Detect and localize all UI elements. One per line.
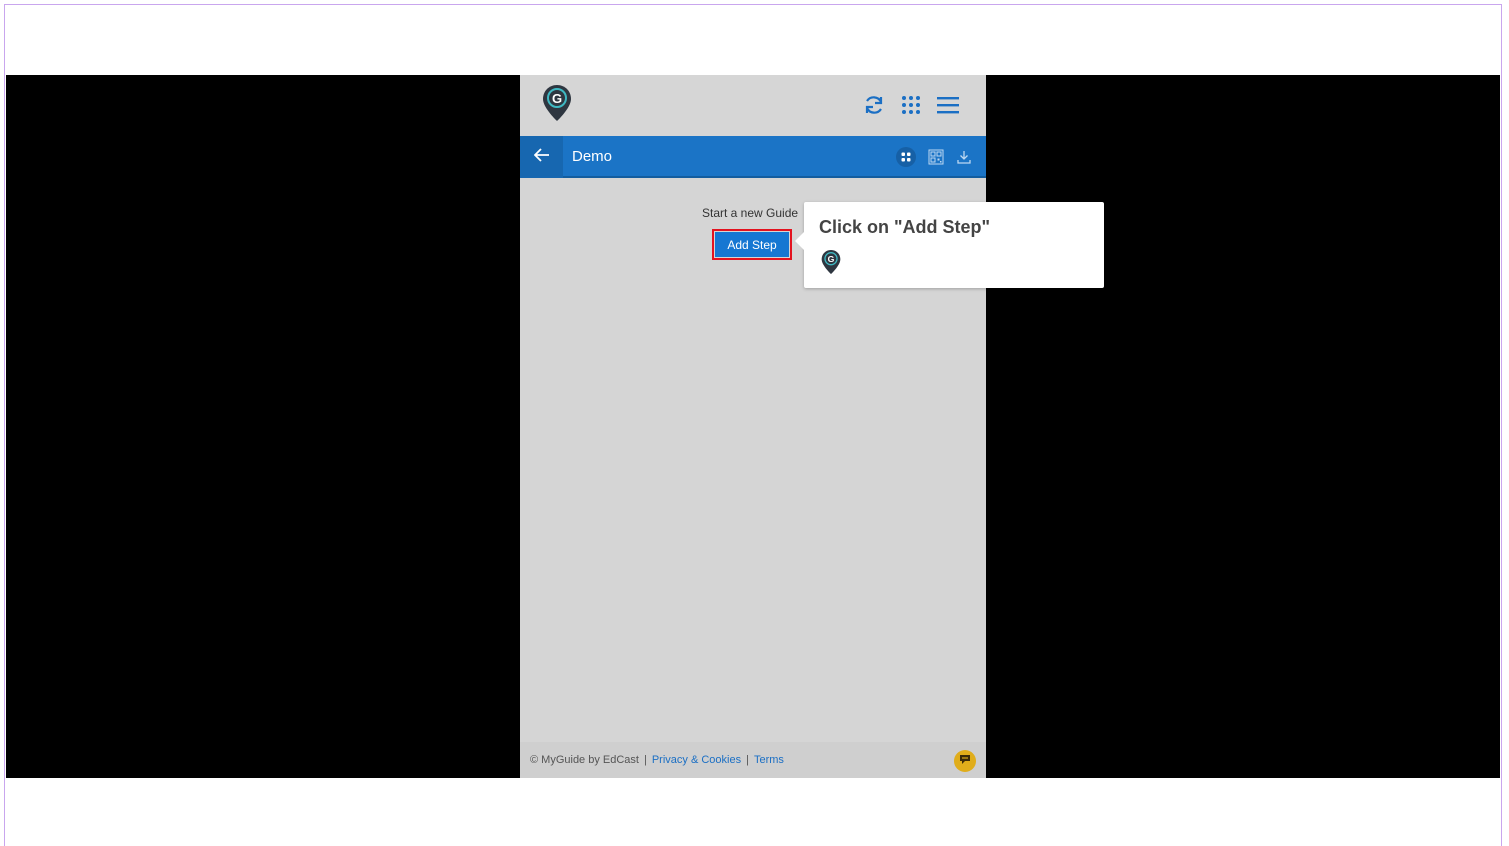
svg-text:G: G [828,254,835,264]
chat-button[interactable] [954,750,976,772]
add-step-label: Add Step [715,232,789,257]
add-step-button[interactable]: Add Step [712,229,792,260]
refresh-icon[interactable] [861,92,887,118]
myguide-logo-icon[interactable]: G [542,84,572,122]
qr-code-icon[interactable] [925,146,947,168]
tooltip-arrow [795,232,804,250]
page-title: Demo [572,148,613,165]
start-guide-text: Start a new Guide [702,206,799,220]
svg-text:G: G [552,91,562,106]
myguide-logo-icon: G [821,249,841,275]
back-button[interactable] [520,136,563,178]
tooltip-text: Click on "Add Step" [819,217,991,237]
arrow-left-icon [533,147,550,167]
copyright-text: © MyGuide by EdCast [530,754,639,766]
terms-link[interactable]: Terms [754,754,784,766]
grid-view-icon[interactable] [895,146,917,168]
footer-links: © MyGuide by EdCast | Privacy & Cookies | Te… [530,754,784,766]
title-bar: Demo [520,136,986,178]
download-icon[interactable] [953,146,975,168]
footer-separator: | [746,754,749,766]
panel-header: G [520,75,986,136]
footer-separator: | [643,754,647,766]
footer: © MyGuide by EdCast | Privacy & Cookies | Te… [520,742,986,778]
myguide-panel: G Demo Start a new Guide Add Step © MyGu… [520,75,986,778]
apps-grid-icon[interactable] [898,92,924,118]
hamburger-menu-icon[interactable] [935,92,961,118]
privacy-cookies-link[interactable]: Privacy & Cookies [652,754,741,766]
guide-tooltip: Click on "Add Step" G [795,202,1104,288]
chat-icon [959,754,971,768]
